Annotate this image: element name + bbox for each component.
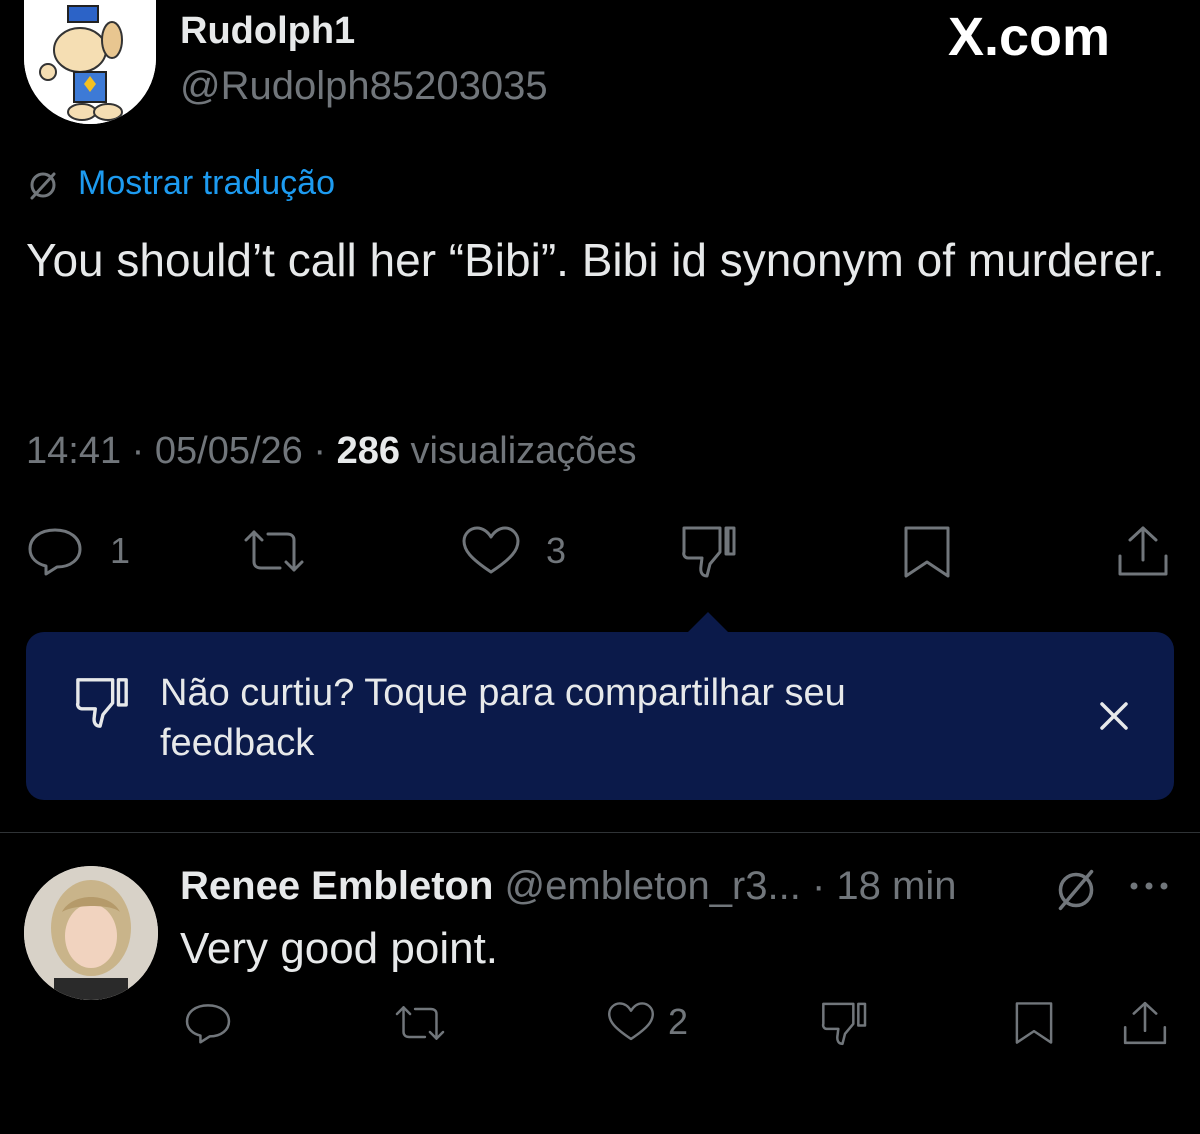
reply-icon xyxy=(28,528,82,576)
reply-text: Very good point. xyxy=(180,924,499,973)
feedback-toast[interactable]: Não curtiu? Toque para compartilhar seu … xyxy=(26,632,1174,800)
share-button[interactable] xyxy=(1114,522,1172,580)
x-watermark: X.com xyxy=(948,7,1111,67)
more-options-button[interactable] xyxy=(1128,876,1170,901)
meta-separator: · xyxy=(131,430,145,472)
post-meta: 14:41 · 05/05/26 · 286 visualizações xyxy=(26,430,637,473)
dog-avatar-image xyxy=(24,0,156,124)
author-name[interactable]: Rudolph1 xyxy=(180,10,355,53)
bookmark-icon xyxy=(1015,1002,1053,1044)
toast-dislike-icon xyxy=(74,674,132,735)
close-icon xyxy=(1100,702,1128,730)
reply-icon xyxy=(185,1004,231,1044)
reply-reply-button[interactable] xyxy=(182,1000,234,1046)
reply-time[interactable]: 18 min xyxy=(836,864,956,908)
like-icon xyxy=(608,1002,654,1041)
reply-dislike-button[interactable] xyxy=(820,998,870,1048)
toast-close-button[interactable] xyxy=(1094,696,1134,741)
toast-pointer xyxy=(686,612,730,634)
person-avatar-image xyxy=(24,866,158,1000)
reply-like-count: 2 xyxy=(668,1001,689,1042)
reply-button[interactable]: 1 xyxy=(24,524,130,578)
post-text: You should’t call her “Bibi”. Bibi id sy… xyxy=(26,234,1165,286)
share-icon xyxy=(1123,1001,1167,1045)
retweet-icon xyxy=(244,530,304,572)
author-avatar[interactable] xyxy=(24,0,156,124)
bookmark-button[interactable] xyxy=(900,524,954,580)
post-time[interactable]: 14:41 xyxy=(26,430,121,472)
reply-share-button[interactable] xyxy=(1120,998,1170,1048)
reply-retweet-button[interactable] xyxy=(392,1002,448,1044)
retweet-button[interactable] xyxy=(240,526,308,576)
like-count: 3 xyxy=(546,530,567,571)
like-icon xyxy=(462,526,520,574)
reply-like-button[interactable]: 2 xyxy=(606,1000,688,1044)
reply-bookmark-button[interactable] xyxy=(1012,1000,1056,1046)
retweet-icon xyxy=(395,1006,445,1040)
bookmark-icon xyxy=(904,526,950,578)
reply-author-name[interactable]: Renee Embleton xyxy=(180,864,493,908)
reply-author-avatar[interactable] xyxy=(24,866,158,1000)
dislike-icon xyxy=(682,526,736,578)
show-translation-link[interactable]: Mostrar tradução xyxy=(78,164,335,203)
translate-icon xyxy=(26,168,60,207)
views-label: visualizações xyxy=(410,430,637,472)
share-icon xyxy=(1118,526,1168,576)
toast-text: Não curtiu? Toque para compartilhar seu … xyxy=(160,672,846,764)
divider xyxy=(0,832,1200,833)
meta-separator: · xyxy=(313,430,327,472)
reply-author-handle[interactable]: @embleton_r3... xyxy=(505,864,801,908)
dislike-icon xyxy=(821,1002,867,1046)
reply-separator: · xyxy=(811,864,826,908)
reply-header: Renee Embleton @embleton_r3... · 18 min xyxy=(180,864,956,909)
more-icon xyxy=(1130,882,1168,890)
author-handle[interactable]: @Rudolph85203035 xyxy=(180,64,548,109)
post-date[interactable]: 05/05/26 xyxy=(155,430,303,472)
views-count: 286 xyxy=(336,430,400,472)
dislike-button[interactable] xyxy=(680,522,740,580)
like-button[interactable]: 3 xyxy=(460,524,566,578)
reply-translate-icon[interactable] xyxy=(1052,866,1100,919)
reply-count: 1 xyxy=(110,530,131,571)
